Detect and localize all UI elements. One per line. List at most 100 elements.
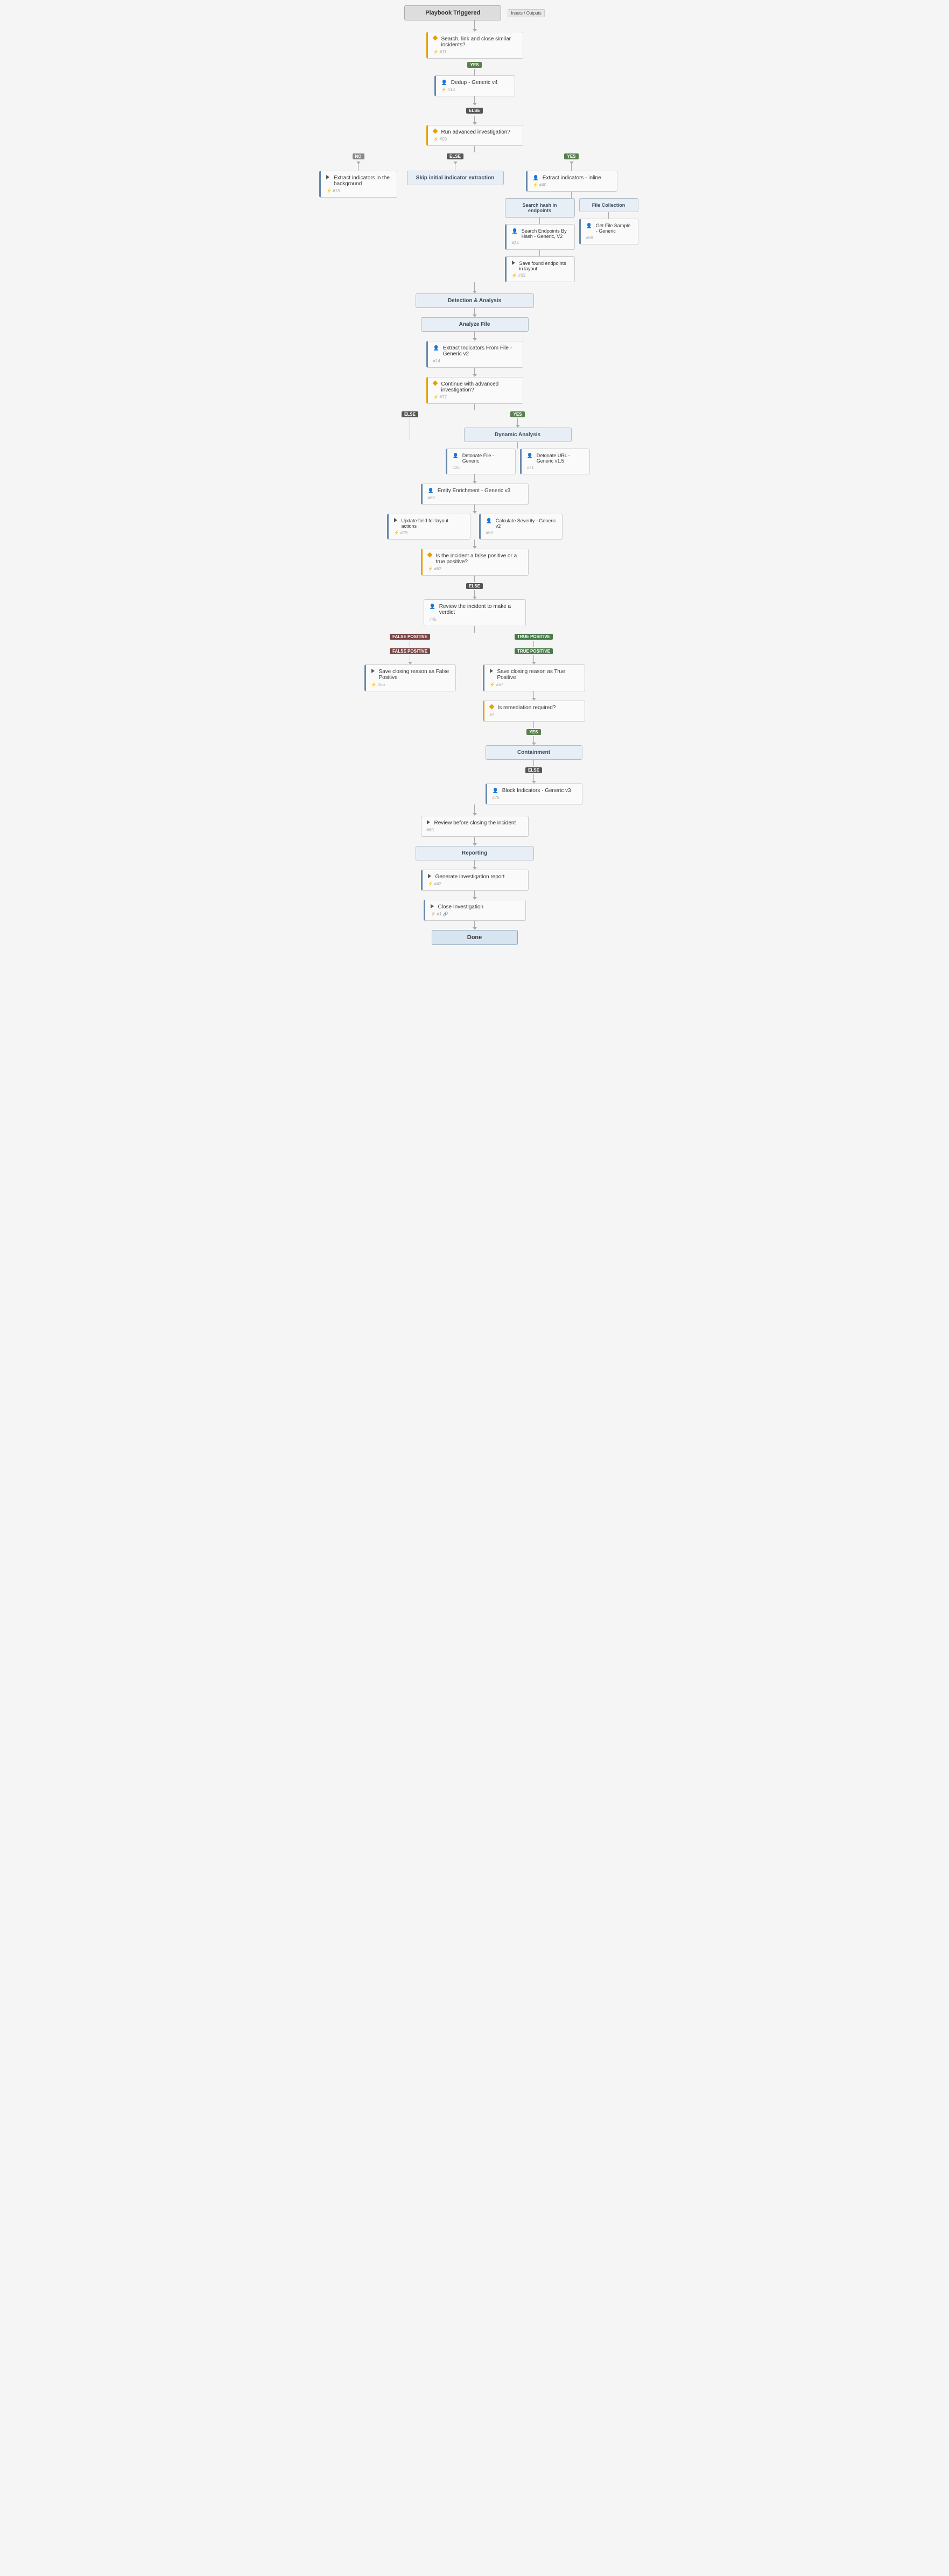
connector-17 [474,837,475,843]
dedup-box: 👤 Dedup - Generic v4 ⚡ #13 [434,75,515,96]
close-investigation-box: Close Investigation ⚡ #1 🔗 [424,900,526,921]
play-icon-5 [490,669,493,673]
done-label: Done [467,934,482,941]
trigger-box: Playbook Triggered [404,5,501,20]
save-tp-id: ⚡ #67 [490,682,579,687]
tp-label-2: TRUE POSITIVE [515,648,553,654]
detection-analysis-label: Detection & Analysis [448,298,501,304]
save-tp-box: Save closing reason as True Positive ⚡ #… [483,664,585,691]
condition-search-link: Search, link and close similar incidents… [426,32,523,59]
save-fp-label: Save closing reason as False Positive [379,669,450,681]
review-closing-node: Review before closing the incident #60 [421,816,529,837]
run-advanced-id: ⚡ #09 [433,137,517,142]
remediation-id: #7 [490,712,579,717]
fp-label: FALSE POSITIVE [390,634,430,640]
fp-tp-box: Is the incident a false positive or a tr… [421,549,529,576]
no-branch-col: NO Extract indicators in the background … [319,152,398,198]
else-badge-1: ELSE [466,108,483,114]
cont-line-3 [533,774,534,781]
fp-tp-label: Is the incident a false positive or a tr… [436,553,523,565]
play-icon-2 [512,261,515,265]
play-icon-7 [428,874,431,878]
analyze-file-box: Analyze File [421,317,529,332]
dedup-label: Dedup - Generic v4 [451,80,498,86]
get-file-id: #69 [586,235,632,240]
extract-file-label: Extract Indicators From File - Generic v… [443,345,517,357]
entity-enrichment-id: #60 [428,495,523,500]
person-icon-9: 👤 [486,518,492,524]
gen-report-label: Generate investigation report [435,874,505,880]
block-indicators-box: 👤 Block Indicators - Generic v3 #76 [486,783,582,804]
connector-13 [474,576,475,582]
person-icon-5: 👤 [433,345,439,351]
connector-19 [474,891,475,897]
fp-tp-id: ⚡ #62 [428,566,523,571]
play-icon-3 [394,518,397,522]
play-icon-6 [427,820,430,824]
node-run-advanced: Run advanced investigation? ⚡ #09 [426,125,523,146]
block-indicators-label: Block Indicators - Generic v3 [502,788,571,794]
connector-9 [474,404,475,410]
dedup-id: ⚡ #13 [441,87,509,92]
yes-right-col: YES 👤 Extract indicators - inline ⚡ #40 … [512,152,631,282]
dynamic-analysis-box: Dynamic Analysis [464,428,572,442]
io-button[interactable]: Inputs / Outputs [508,9,544,17]
person-icon-11: 👤 [493,788,498,794]
continue-advanced-label: Continue with advanced investigation? [441,381,517,393]
connector-20 [474,921,475,927]
yes-label-1: YES [467,62,481,68]
detonate-url-col: 👤 Detonate URL - Generic v1.5 #71 [520,449,590,474]
play-icon-1 [326,175,329,179]
remediation-label: Is remediation required? [498,705,556,711]
save-tp-label: Save closing reason as True Positive [497,669,579,681]
detonate-url-box: 👤 Detonate URL - Generic v1.5 #71 [520,449,590,474]
arrow-2 [473,103,477,106]
diamond-icon-5 [489,704,494,710]
else-label-center: ELSE [447,153,463,159]
fp-label-2: FALSE POSITIVE [390,648,430,654]
connector-8 [474,368,475,374]
else-badge-3: ELSE [466,583,483,589]
calc-severity-id: #62 [486,530,557,535]
connector-10 [474,474,475,481]
update-field-col: Update field for layout actions ⚡ #79 [387,514,470,540]
cont-line [533,736,534,743]
update-field-label: Update field for layout actions [402,518,465,529]
search-link-id: ⚡ #11 [433,50,517,54]
entity-enrichment-label: Entity Enrichment - Generic v3 [438,488,511,494]
condition-run-advanced: Run advanced investigation? ⚡ #09 [426,125,523,146]
hash-line [539,218,540,224]
else-center-col: ELSE Skip initial indicator extraction [407,152,504,185]
yes-branch: YES 👤 Dedup - Generic v4 ⚡ #13 [434,61,515,96]
file-collection-box: File Collection [579,198,638,212]
extract-file-id: #14 [433,359,517,363]
trigger-node: Playbook Triggered Inputs / Outputs [404,5,544,20]
done-box: Done [432,930,518,945]
save-endpoints-box: Save found endpoints in layout ⚡ #63 [505,256,575,282]
gen-report-node: Generate investigation report ⚡ #42 [421,870,529,891]
tp-connector [533,691,534,698]
yes-branch-row: YES 👤 Dedup - Generic v4 ⚡ #13 [319,61,631,96]
no-label: NO [353,153,364,159]
file-collection-label: File Collection [592,202,625,208]
connector-2 [474,96,475,103]
person-icon-4: 👤 [586,223,592,229]
play-icon-4 [371,669,375,673]
containment-box: Containment [486,745,582,760]
review-incident-node: 👤 Review the incident to make a verdict … [424,599,526,626]
else-badge-4: ELSE [525,767,542,773]
tp-label: TRUE POSITIVE [515,634,553,640]
search-link-label: Search, link and close similar incidents… [441,36,517,48]
close-investigation-id: ⚡ #1 🔗 [431,912,520,916]
tp-branch: TRUE POSITIVE TRUE POSITIVE Save closing… [475,633,593,804]
diamond-icon-2 [432,129,438,134]
extract-bg-label: Extract indicators in the background [334,175,391,187]
detection-analysis-box: Detection & Analysis [416,293,534,308]
fp-branch: FALSE POSITIVE FALSE POSITIVE Save closi… [356,633,464,691]
fc-line [608,212,609,219]
play-icon-8 [431,904,434,908]
detonate-file-col: 👤 Detonate File - Generic #25 [446,449,516,474]
search-hash-label: Search hash in endpoints [522,202,557,213]
da-line-2 [517,442,518,449]
se-line [539,250,540,256]
